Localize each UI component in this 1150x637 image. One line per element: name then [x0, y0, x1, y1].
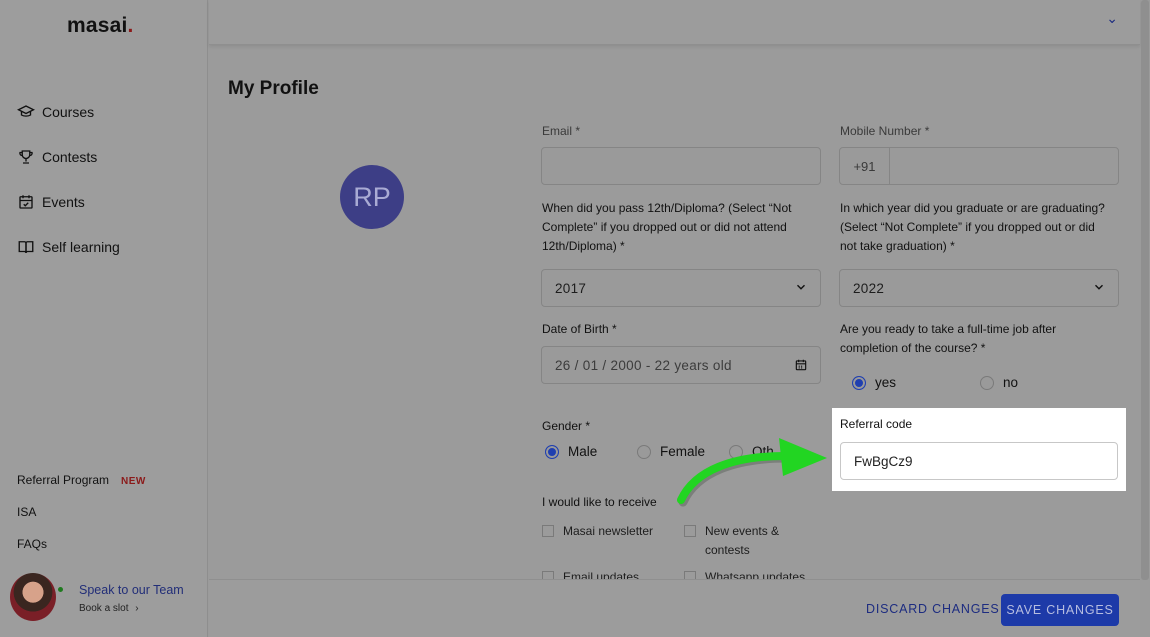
- profile-avatar[interactable]: RP: [340, 165, 404, 229]
- graduation-label-line: not take graduation) *: [840, 239, 955, 253]
- isa-link[interactable]: ISA: [17, 505, 36, 519]
- sidebar-item-self-learning[interactable]: Self learning: [17, 238, 120, 256]
- graduation-value: 2022: [853, 280, 885, 296]
- sidebar: masai. Courses Contests Events Self lear…: [0, 0, 208, 637]
- email-label: Email *: [542, 124, 581, 138]
- book-icon: [18, 241, 34, 254]
- graduation-select[interactable]: 2022: [839, 269, 1119, 307]
- country-code: +91: [840, 148, 890, 184]
- checkbox-label: Masai newsletter: [563, 524, 654, 538]
- newsletter-checkbox[interactable]: Masai newsletter: [542, 522, 653, 541]
- gender-label: Gender *: [542, 419, 591, 433]
- graduation-label-line: (Select “Not Complete” if you dropped ou…: [840, 220, 1095, 234]
- job-ready-label: Are you ready to take a full-time job af…: [840, 320, 1130, 358]
- checkbox-label-line: contests: [705, 543, 750, 557]
- mobile-label: Mobile Number *: [840, 124, 930, 138]
- chevron-down-icon: [797, 284, 805, 290]
- dob-label: Date of Birth *: [542, 322, 617, 336]
- checkbox-label: New events & contests: [705, 522, 779, 560]
- graduation-label-line: In which year did you graduate or are gr…: [840, 201, 1105, 215]
- footer-bar: DISCARD CHANGES SAVE CHANGES: [209, 579, 1140, 637]
- pass12-label-line: Complete” if you dropped out or did not …: [542, 220, 787, 234]
- job-ready-label-line: Are you ready to take a full-time job af…: [840, 322, 1057, 336]
- chevron-right-icon: ›: [135, 603, 139, 614]
- radio-selected-icon: [852, 375, 866, 390]
- checkbox-icon: [684, 525, 696, 537]
- mobile-field[interactable]: +91: [839, 147, 1119, 185]
- pass12-label-line: When did you pass 12th/Diploma? (Select …: [542, 201, 792, 215]
- page-title: My Profile: [228, 78, 319, 99]
- pass12-value: 2017: [555, 280, 587, 296]
- save-changes-button[interactable]: SAVE CHANGES: [1001, 594, 1119, 626]
- sidebar-item-contests[interactable]: Contests: [17, 148, 97, 166]
- faqs-link[interactable]: FAQs: [17, 537, 47, 551]
- job-ready-yes-radio[interactable]: yes: [852, 375, 896, 390]
- radio-label: yes: [875, 375, 897, 390]
- referral-code-label: Referral code: [840, 417, 913, 431]
- referral-program-link[interactable]: Referral Program NEW: [17, 473, 146, 487]
- book-slot-label: Book a slot: [79, 603, 129, 614]
- radio-label: no: [1003, 375, 1019, 390]
- pass12-label-line: 12th/Diploma) *: [542, 239, 625, 253]
- chevron-down-icon: [1095, 284, 1103, 290]
- radio-label: Male: [568, 444, 598, 459]
- masai-logo[interactable]: masai.: [67, 14, 134, 38]
- receive-label: I would like to receive: [542, 495, 657, 509]
- pass12-label: When did you pass 12th/Diploma? (Select …: [542, 199, 822, 256]
- discard-changes-button[interactable]: DISCARD CHANGES: [866, 602, 1000, 616]
- email-field[interactable]: [541, 147, 821, 185]
- top-bar: ⌄: [209, 0, 1140, 45]
- sidebar-item-label: Events: [42, 194, 85, 210]
- referral-code-section: Referral code FwBgCz9: [832, 408, 1126, 491]
- speak-to-team[interactable]: Speak to our Team Book a slot ›: [0, 570, 208, 630]
- scrollbar[interactable]: [1141, 0, 1149, 580]
- sidebar-item-events[interactable]: Events: [17, 193, 85, 211]
- radio-selected-icon: [545, 444, 559, 459]
- sidebar-item-courses[interactable]: Courses: [17, 103, 94, 121]
- advisor-avatar: [10, 573, 56, 621]
- referral-code-field[interactable]: FwBgCz9: [840, 442, 1118, 480]
- speak-title: Speak to our Team: [79, 583, 184, 597]
- graduation-label: In which year did you graduate or are gr…: [840, 199, 1130, 256]
- sidebar-item-label: Contests: [42, 149, 98, 165]
- job-ready-label-line: completion of the course? *: [840, 341, 986, 355]
- events-checkbox[interactable]: New events & contests: [684, 522, 779, 560]
- checkbox-label-line: New events &: [705, 524, 780, 538]
- dob-field[interactable]: 26 / 01 / 2000 - 22 years old: [541, 346, 821, 384]
- highlight-arrow-icon: [677, 438, 827, 507]
- radio-unselected-icon: [637, 444, 651, 459]
- pass12-select[interactable]: 2017: [541, 269, 821, 307]
- sidebar-item-label: Courses: [42, 104, 95, 120]
- calendar-check-icon: [19, 195, 33, 209]
- referral-program-label: Referral Program: [17, 473, 110, 487]
- sidebar-item-label: Self learning: [42, 239, 120, 255]
- gender-male-radio[interactable]: Male: [545, 444, 597, 459]
- book-slot-link[interactable]: Book a slot ›: [79, 603, 139, 614]
- checkbox-icon: [542, 525, 554, 537]
- job-ready-no-radio[interactable]: no: [980, 375, 1018, 390]
- graduation-cap-icon: [17, 105, 35, 117]
- calendar-icon[interactable]: [794, 358, 808, 372]
- online-status-dot: [58, 587, 63, 592]
- radio-unselected-icon: [980, 375, 994, 390]
- new-badge: NEW: [121, 476, 146, 487]
- chevron-down-icon[interactable]: ⌄: [1106, 10, 1118, 27]
- trophy-icon: [19, 150, 33, 164]
- dob-value: 26 / 01 / 2000 - 22 years old: [555, 357, 732, 373]
